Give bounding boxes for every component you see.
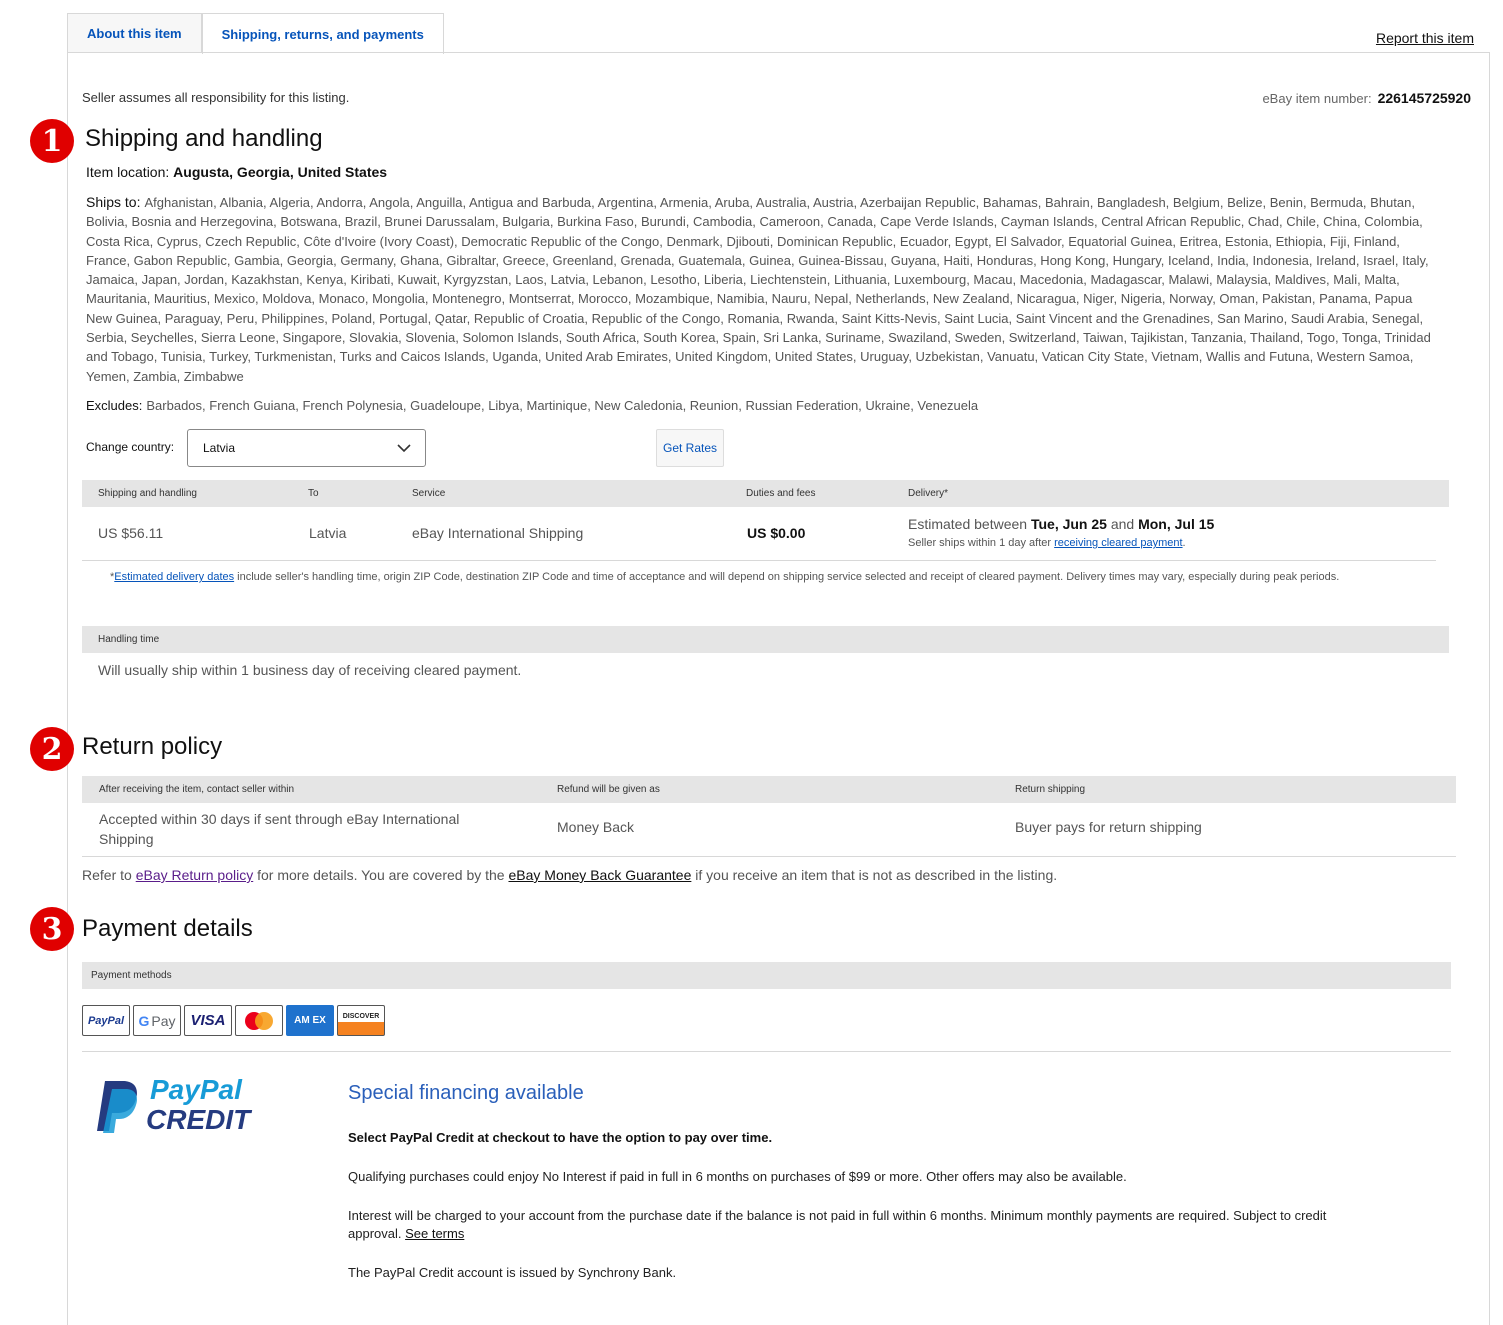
country-select-value: Latvia bbox=[203, 441, 236, 455]
mastercard-icon bbox=[235, 1005, 283, 1036]
amex-label: AM EX bbox=[294, 1015, 326, 1026]
shipping-section-title: Shipping and handling bbox=[85, 125, 323, 152]
excludes-list: Barbados, French Guiana, French Polynesi… bbox=[146, 398, 979, 413]
item-number: eBay item number: 226145725920 bbox=[1262, 90, 1471, 106]
item-location-value: Augusta, Georgia, United States bbox=[173, 164, 388, 180]
discover-icon: DISCOVER bbox=[337, 1005, 385, 1036]
shipping-table-header: Shipping and handling To Service Duties … bbox=[82, 480, 1449, 507]
refund-value: Money Back bbox=[557, 819, 635, 835]
financing-interest-text: Interest will be charged to your account… bbox=[348, 1207, 1358, 1242]
visa-label: VISA bbox=[190, 1012, 226, 1029]
chevron-down-icon bbox=[397, 444, 411, 453]
header-shipping: Shipping and handling bbox=[98, 488, 197, 499]
header-return-shipping: Return shipping bbox=[1015, 784, 1086, 795]
payment-methods-header: Payment methods bbox=[82, 962, 1451, 989]
tab-bar: About this item Shipping, returns, and p… bbox=[67, 13, 444, 54]
header-to: To bbox=[308, 488, 319, 499]
report-item-link[interactable]: Report this item bbox=[1376, 30, 1474, 46]
paypal-credit-logo: PayPal CREDIT bbox=[95, 1074, 255, 1137]
handling-time-label: Handling time bbox=[98, 634, 160, 645]
item-number-value: 226145725920 bbox=[1377, 90, 1471, 106]
shipping-row-divider bbox=[82, 560, 1436, 561]
return-table-header: After receiving the item, contact seller… bbox=[82, 776, 1456, 803]
ebay-return-policy-link[interactable]: eBay Return policy bbox=[136, 867, 254, 883]
payment-divider bbox=[82, 1051, 1451, 1052]
ships-to-list: Afghanistan, Albania, Algeria, Andorra, … bbox=[86, 195, 1431, 384]
paypal-credit-line2: CREDIT bbox=[146, 1104, 251, 1135]
tab-about-item[interactable]: About this item bbox=[67, 13, 202, 53]
special-financing-title: Special financing available bbox=[348, 1082, 584, 1104]
change-country-label: Change country: bbox=[86, 440, 175, 454]
ships-to: Ships to: Afghanistan, Albania, Algeria, … bbox=[86, 193, 1436, 386]
payment-details-title: Payment details bbox=[82, 915, 253, 942]
estimated-delivery: Estimated between Tue, Jun 25 and Mon, J… bbox=[908, 516, 1214, 532]
amex-icon: AM EX bbox=[286, 1005, 334, 1036]
row-to: Latvia bbox=[309, 525, 347, 541]
est-and: and bbox=[1106, 516, 1139, 532]
row-cost: US $56.11 bbox=[98, 525, 164, 541]
see-terms-link[interactable]: See terms bbox=[405, 1226, 464, 1241]
financing-qualifying-text: Qualifying purchases could enjoy No Inte… bbox=[348, 1169, 1127, 1184]
footnote-text: include seller's handling time, origin Z… bbox=[234, 571, 1340, 583]
paypal-credit-line1: PayPal bbox=[150, 1074, 242, 1105]
get-rates-button[interactable]: Get Rates bbox=[656, 429, 724, 467]
excludes: Excludes: Barbados, French Guiana, French… bbox=[86, 398, 978, 413]
header-delivery: Delivery* bbox=[908, 488, 949, 499]
financing-select-text: Select PayPal Credit at checkout to have… bbox=[348, 1130, 773, 1145]
est-prefix: Estimated between bbox=[908, 516, 1031, 532]
financing-issuer-text: The PayPal Credit account is issued by S… bbox=[348, 1265, 677, 1280]
seller-ships-suffix: . bbox=[1182, 537, 1186, 549]
annotation-badge-3: 3 bbox=[30, 907, 74, 951]
seller-ships-prefix: Seller ships within 1 day after bbox=[908, 537, 1055, 549]
delivery-footnote: *Estimated delivery dates include seller… bbox=[110, 568, 1430, 587]
paypal-p-icon bbox=[97, 1081, 137, 1133]
money-back-guarantee-link[interactable]: eBay Money Back Guarantee bbox=[508, 867, 691, 883]
estimated-delivery-dates-link[interactable]: Estimated delivery dates bbox=[114, 571, 234, 583]
row-service: eBay International Shipping bbox=[412, 525, 584, 541]
excludes-label: Excludes: bbox=[86, 398, 143, 413]
handling-time-header: Handling time bbox=[82, 626, 1449, 653]
refer-middle: for more details. You are covered by the bbox=[253, 867, 509, 883]
seller-responsibility-text: Seller assumes all responsibility for th… bbox=[82, 90, 350, 105]
financing-interest-body: Interest will be charged to your account… bbox=[348, 1208, 1327, 1241]
return-row-divider bbox=[82, 856, 1456, 857]
header-refund: Refund will be given as bbox=[557, 784, 660, 795]
visa-icon: VISA bbox=[184, 1005, 232, 1036]
row-duties: US $0.00 bbox=[747, 525, 806, 541]
header-return-contact: After receiving the item, contact seller… bbox=[99, 784, 295, 795]
payment-methods-label: Payment methods bbox=[91, 970, 172, 981]
item-location: Item location: Augusta, Georgia, United … bbox=[86, 164, 387, 180]
receiving-cleared-payment-link[interactable]: receiving cleared payment bbox=[1054, 537, 1182, 549]
payment-method-icons: PayPal G Pay VISA AM EX DISCOVER bbox=[82, 1005, 385, 1036]
return-policy-title: Return policy bbox=[82, 733, 223, 760]
annotation-badge-2: 2 bbox=[30, 727, 74, 771]
paypal-icon: PayPal bbox=[82, 1005, 130, 1036]
tab-shipping-returns-payments[interactable]: Shipping, returns, and payments bbox=[201, 13, 444, 54]
est-end-date: Mon, Jul 15 bbox=[1138, 516, 1215, 532]
refer-suffix: if you receive an item that is not as de… bbox=[691, 867, 1058, 883]
google-pay-label: Pay bbox=[151, 1012, 176, 1029]
est-start-date: Tue, Jun 25 bbox=[1030, 516, 1107, 532]
paypal-icon-label: PayPal bbox=[87, 1014, 125, 1027]
refer-prefix: Refer to bbox=[82, 867, 136, 883]
return-policy-refer: Refer to eBay Return policy for more det… bbox=[82, 867, 1057, 883]
header-duties: Duties and fees bbox=[746, 488, 816, 499]
return-contact-value: Accepted within 30 days if sent through … bbox=[99, 811, 460, 847]
google-g: G bbox=[138, 1012, 150, 1029]
country-select[interactable]: Latvia bbox=[187, 429, 426, 467]
discover-label: DISCOVER bbox=[342, 1013, 380, 1020]
item-number-label: eBay item number: bbox=[1262, 91, 1372, 106]
mastercard-circles bbox=[245, 1011, 273, 1030]
handling-time-text: Will usually ship within 1 business day … bbox=[98, 662, 522, 678]
seller-ships-note: Seller ships within 1 day after receivin… bbox=[908, 537, 1186, 549]
ships-to-label: Ships to: bbox=[86, 194, 141, 210]
annotation-badge-1: 1 bbox=[30, 119, 74, 163]
header-service: Service bbox=[412, 488, 446, 499]
item-location-label: Item location: bbox=[86, 164, 170, 180]
google-pay-icon: G Pay bbox=[133, 1005, 181, 1036]
return-shipping-value: Buyer pays for return shipping bbox=[1015, 819, 1202, 835]
